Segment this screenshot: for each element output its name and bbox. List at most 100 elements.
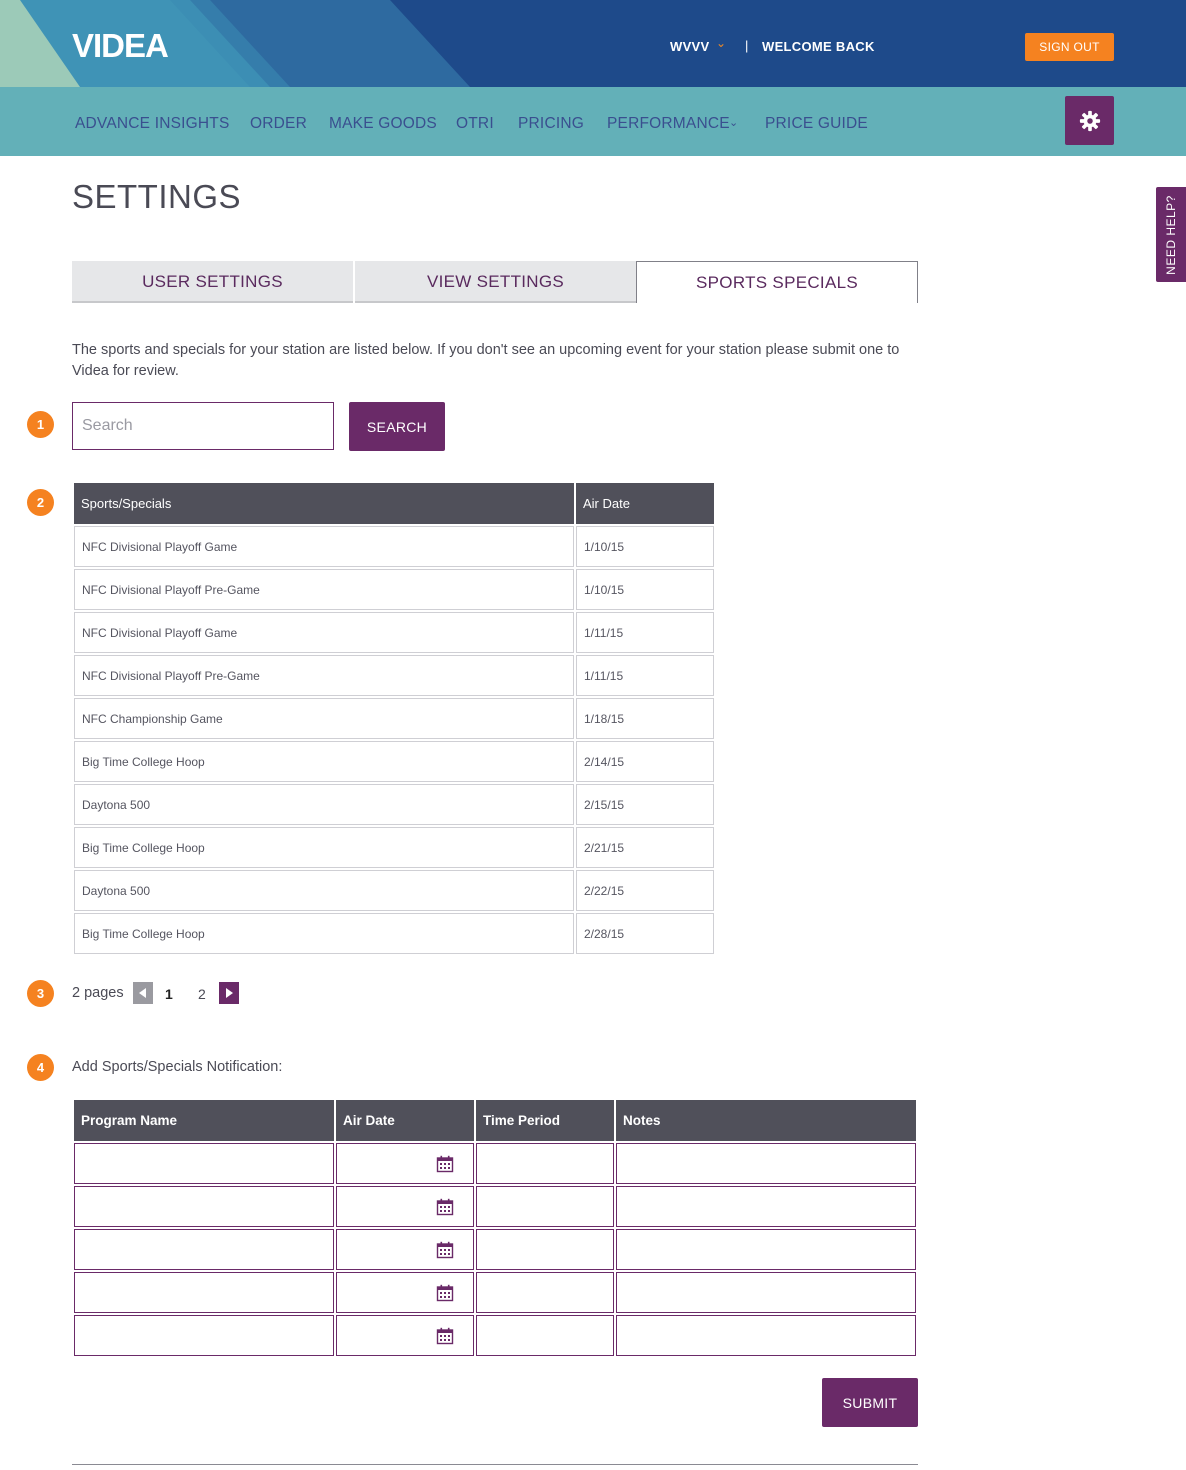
air-date-cell: 1/18/15: [576, 698, 714, 739]
entry-row: [74, 1229, 916, 1270]
program-name-input[interactable]: [75, 1273, 333, 1312]
need-help-tab[interactable]: NEED HELP?: [1156, 187, 1186, 282]
time-period-input[interactable]: [477, 1187, 613, 1226]
time-period-input[interactable]: [477, 1273, 613, 1312]
air-date-cell: 1/11/15: [576, 655, 714, 696]
step-badge-2: 2: [27, 489, 54, 516]
air-date-cell: 2/14/15: [576, 741, 714, 782]
nav-performance[interactable]: PERFORMANCE: [607, 115, 730, 133]
air-date-cell: [336, 1186, 474, 1227]
program-name-input[interactable]: [75, 1316, 333, 1355]
notes-cell: [616, 1315, 916, 1356]
air-date-cell: [336, 1272, 474, 1313]
table-row[interactable]: Big Time College Hoop 2/28/15: [74, 913, 714, 954]
arrow-right-icon: [226, 988, 233, 998]
time-period-input[interactable]: [477, 1316, 613, 1355]
program-name-input[interactable]: [75, 1144, 333, 1183]
program-cell: Daytona 500: [74, 784, 574, 825]
time-period-cell: [476, 1229, 614, 1270]
program-name-cell: [74, 1315, 334, 1356]
nav-advance-insights[interactable]: ADVANCE INSIGHTS: [75, 115, 230, 133]
top-header: VIDEA WVVV ⌄ | WELCOME BACK SIGN OUT: [0, 0, 1186, 87]
air-date-cell: 1/10/15: [576, 526, 714, 567]
column-header-air-date: Air Date: [336, 1100, 474, 1141]
calendar-icon[interactable]: [436, 1284, 454, 1302]
station-selector[interactable]: WVVV: [670, 39, 709, 54]
tab-user-settings[interactable]: USER SETTINGS: [72, 261, 353, 303]
nav-order[interactable]: ORDER: [250, 115, 307, 133]
notes-input[interactable]: [617, 1187, 915, 1226]
step-badge-1: 1: [27, 411, 54, 438]
step-badge-4: 4: [27, 1054, 54, 1081]
program-name-input[interactable]: [75, 1187, 333, 1226]
prev-page-button[interactable]: [133, 982, 153, 1004]
notes-input[interactable]: [617, 1144, 915, 1183]
table-row[interactable]: Big Time College Hoop 2/21/15: [74, 827, 714, 868]
chevron-down-icon[interactable]: ⌄: [729, 116, 738, 129]
column-header-air-date[interactable]: Air Date: [576, 483, 714, 524]
entry-row: [74, 1315, 916, 1356]
notes-input[interactable]: [617, 1316, 915, 1355]
notes-cell: [616, 1272, 916, 1313]
footer-divider: [72, 1464, 918, 1465]
search-input[interactable]: [72, 402, 334, 450]
page-number-2[interactable]: 2: [198, 986, 206, 1002]
need-help-label: NEED HELP?: [1164, 194, 1178, 275]
sign-out-button[interactable]: SIGN OUT: [1025, 33, 1114, 61]
nav-otri[interactable]: OTRI: [456, 115, 494, 133]
column-header-program-name: Program Name: [74, 1100, 334, 1141]
chevron-down-icon[interactable]: ⌄: [716, 36, 726, 50]
notes-input[interactable]: [617, 1230, 915, 1269]
program-cell: NFC Divisional Playoff Pre-Game: [74, 655, 574, 696]
air-date-cell: [336, 1315, 474, 1356]
search-button[interactable]: SEARCH: [349, 402, 445, 451]
notes-cell: [616, 1143, 916, 1184]
time-period-input[interactable]: [477, 1230, 613, 1269]
calendar-icon[interactable]: [436, 1327, 454, 1345]
table-row[interactable]: NFC Divisional Playoff Game 1/10/15: [74, 526, 714, 567]
calendar-icon[interactable]: [436, 1241, 454, 1259]
program-name-cell: [74, 1272, 334, 1313]
add-notification-table: Program Name Air Date Time Period Notes: [72, 1098, 918, 1358]
gear-icon: [1079, 110, 1100, 131]
program-cell: Big Time College Hoop: [74, 827, 574, 868]
air-date-cell: 2/22/15: [576, 870, 714, 911]
table-row[interactable]: Daytona 500 2/15/15: [74, 784, 714, 825]
arrow-left-icon: [139, 988, 146, 998]
calendar-icon[interactable]: [436, 1155, 454, 1173]
program-name-cell: [74, 1186, 334, 1227]
tab-view-settings[interactable]: VIEW SETTINGS: [355, 261, 636, 303]
table-row[interactable]: NFC Divisional Playoff Pre-Game 1/11/15: [74, 655, 714, 696]
column-header-notes: Notes: [616, 1100, 916, 1141]
time-period-input[interactable]: [477, 1144, 613, 1183]
table-row[interactable]: Daytona 500 2/22/15: [74, 870, 714, 911]
table-row[interactable]: NFC Divisional Playoff Pre-Game 1/10/15: [74, 569, 714, 610]
calendar-icon[interactable]: [436, 1198, 454, 1216]
welcome-message: WELCOME BACK: [762, 39, 875, 54]
videa-logo[interactable]: VIDEA: [72, 27, 202, 61]
program-name-cell: [74, 1229, 334, 1270]
notes-input[interactable]: [617, 1273, 915, 1312]
main-nav: ADVANCE INSIGHTS ORDER MAKE GOODS OTRI P…: [0, 87, 1186, 156]
program-cell: Big Time College Hoop: [74, 741, 574, 782]
notes-cell: [616, 1186, 916, 1227]
program-name-input[interactable]: [75, 1230, 333, 1269]
nav-price-guide[interactable]: PRICE GUIDE: [765, 115, 868, 133]
settings-button[interactable]: [1065, 96, 1114, 145]
nav-pricing[interactable]: PRICING: [518, 115, 584, 133]
time-period-cell: [476, 1143, 614, 1184]
notes-cell: [616, 1229, 916, 1270]
air-date-cell: 2/21/15: [576, 827, 714, 868]
program-name-cell: [74, 1143, 334, 1184]
tab-sports-specials[interactable]: SPORTS SPECIALS: [636, 261, 918, 303]
air-date-cell: 1/11/15: [576, 612, 714, 653]
column-header-sports-specials[interactable]: Sports/Specials: [74, 483, 574, 524]
next-page-button[interactable]: [219, 982, 239, 1004]
nav-make-goods[interactable]: MAKE GOODS: [329, 115, 437, 133]
table-row[interactable]: NFC Championship Game 1/18/15: [74, 698, 714, 739]
time-period-cell: [476, 1272, 614, 1313]
submit-button[interactable]: SUBMIT: [822, 1378, 918, 1427]
table-row[interactable]: Big Time College Hoop 2/14/15: [74, 741, 714, 782]
table-row[interactable]: NFC Divisional Playoff Game 1/11/15: [74, 612, 714, 653]
page-number-1[interactable]: 1: [165, 986, 173, 1002]
